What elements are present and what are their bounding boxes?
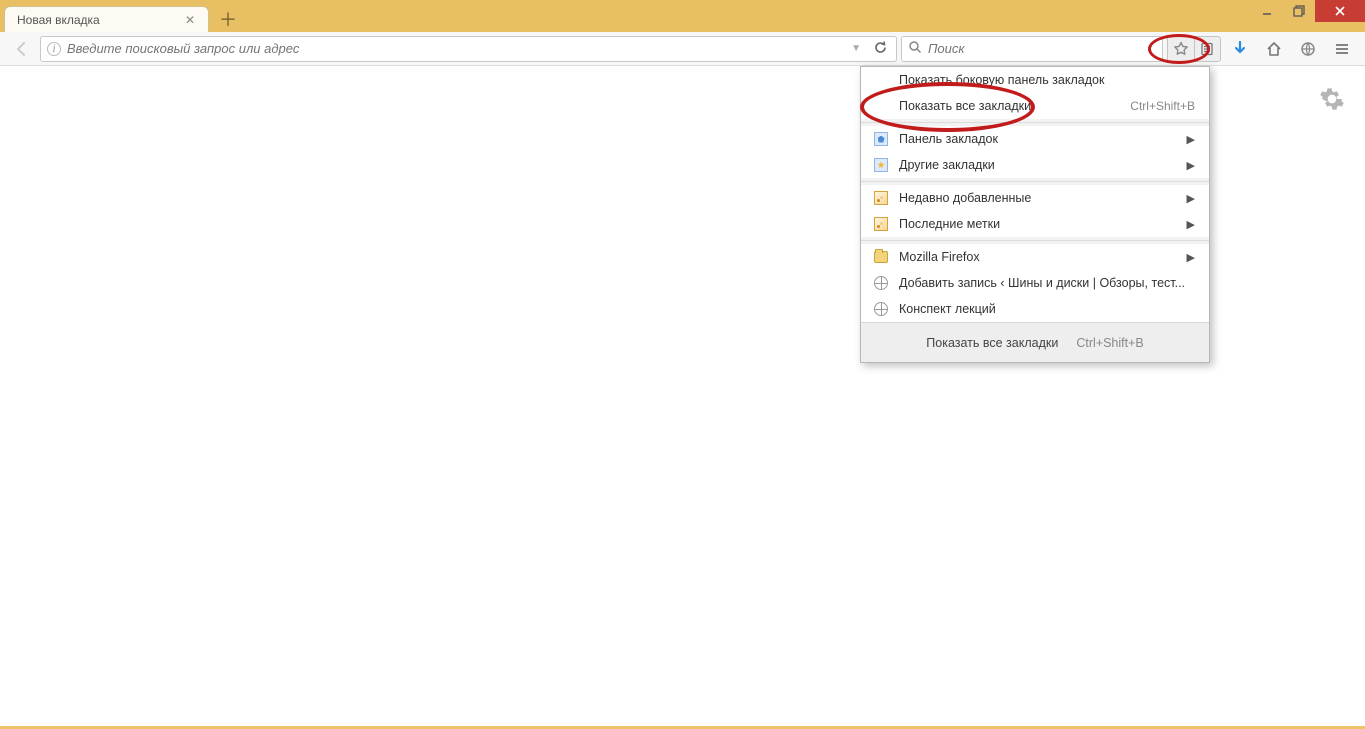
chevron-right-icon: ▶ <box>1187 192 1195 205</box>
menu-footer-label: Показать все закладки <box>926 336 1058 350</box>
url-input[interactable] <box>67 41 841 56</box>
back-button[interactable] <box>8 36 36 62</box>
other-bookmarks-icon <box>873 157 889 173</box>
url-bar[interactable]: i ▼ <box>40 36 897 62</box>
menu-separator <box>861 122 1209 123</box>
minimize-button[interactable] <box>1251 0 1283 22</box>
reload-button[interactable] <box>871 40 890 58</box>
menu-item-recent-tags[interactable]: Последние метки ▶ <box>861 211 1209 237</box>
restore-button[interactable] <box>1283 0 1315 22</box>
newtab-settings-button[interactable] <box>1319 86 1345 115</box>
menu-item-label: Mozilla Firefox <box>899 250 1177 264</box>
menu-item-label: Показать боковую панель закладок <box>899 73 1195 87</box>
menu-item-bookmarks-toolbar[interactable]: Панель закладок ▶ <box>861 126 1209 152</box>
search-icon <box>908 40 922 57</box>
menu-item-label: Конспект лекций <box>899 302 1195 316</box>
navigation-toolbar: i ▼ <box>0 32 1365 66</box>
menu-item-firefox-folder[interactable]: Mozilla Firefox ▶ <box>861 244 1209 270</box>
menu-item-label: Панель закладок <box>899 132 1177 146</box>
url-dropdown-button[interactable]: ▼ <box>847 43 865 54</box>
chevron-right-icon: ▶ <box>1187 251 1195 264</box>
tab-active[interactable]: Новая вкладка ✕ <box>4 6 209 32</box>
blank-icon <box>873 72 889 88</box>
menu-separator <box>861 240 1209 241</box>
globe-icon <box>873 301 889 317</box>
site-info-icon[interactable]: i <box>47 42 61 56</box>
recent-added-icon <box>873 190 889 206</box>
bookmarks-dropdown-menu: Показать боковую панель закладок Показат… <box>860 66 1210 363</box>
menu-item-label: Показать все закладки <box>899 99 1120 113</box>
bookmarks-menu-button[interactable] <box>1195 37 1221 61</box>
addons-globe-button[interactable] <box>1293 36 1323 62</box>
menu-item-bookmark-entry[interactable]: Добавить запись ‹ Шины и диски | Обзоры,… <box>861 270 1209 296</box>
window-controls <box>1251 0 1365 22</box>
blank-icon <box>873 98 889 114</box>
menu-item-label: Последние метки <box>899 217 1177 231</box>
menu-item-recently-added[interactable]: Недавно добавленные ▶ <box>861 185 1209 211</box>
tab-strip: Новая вкладка ✕ ＋ <box>0 0 241 32</box>
chevron-right-icon: ▶ <box>1187 218 1195 231</box>
globe-icon <box>873 275 889 291</box>
downloads-button[interactable] <box>1225 36 1255 62</box>
bookmark-star-button[interactable] <box>1168 37 1195 61</box>
menu-separator <box>861 181 1209 182</box>
hamburger-menu-button[interactable] <box>1327 36 1357 62</box>
menu-footer-show-all[interactable]: Показать все закладки Ctrl+Shift+B <box>861 322 1209 362</box>
menu-item-label: Добавить запись ‹ Шины и диски | Обзоры,… <box>899 276 1195 290</box>
menu-item-bookmark-entry[interactable]: Конспект лекций <box>861 296 1209 322</box>
menu-item-label: Недавно добавленные <box>899 191 1177 205</box>
chevron-right-icon: ▶ <box>1187 159 1195 172</box>
menu-item-other-bookmarks[interactable]: Другие закладки ▶ <box>861 152 1209 178</box>
chevron-right-icon: ▶ <box>1187 133 1195 146</box>
new-tab-button[interactable]: ＋ <box>215 6 241 32</box>
titlebar: Новая вкладка ✕ ＋ <box>0 0 1365 32</box>
home-button[interactable] <box>1259 36 1289 62</box>
menu-item-shortcut: Ctrl+Shift+B <box>1130 99 1195 113</box>
search-bar[interactable] <box>901 36 1163 62</box>
tab-title: Новая вкладка <box>17 13 182 27</box>
recent-tags-icon <box>873 216 889 232</box>
search-input[interactable] <box>928 41 1156 56</box>
menu-footer-shortcut: Ctrl+Shift+B <box>1076 336 1143 350</box>
close-tab-button[interactable]: ✕ <box>182 13 198 27</box>
menu-item-show-all-bookmarks[interactable]: Показать все закладки Ctrl+Shift+B <box>861 93 1209 119</box>
menu-item-label: Другие закладки <box>899 158 1177 172</box>
bookmark-buttons-group <box>1167 36 1221 62</box>
folder-icon <box>873 249 889 265</box>
menu-item-show-sidebar[interactable]: Показать боковую панель закладок <box>861 67 1209 93</box>
bookmarks-toolbar-icon <box>873 131 889 147</box>
window-close-button[interactable] <box>1315 0 1365 22</box>
